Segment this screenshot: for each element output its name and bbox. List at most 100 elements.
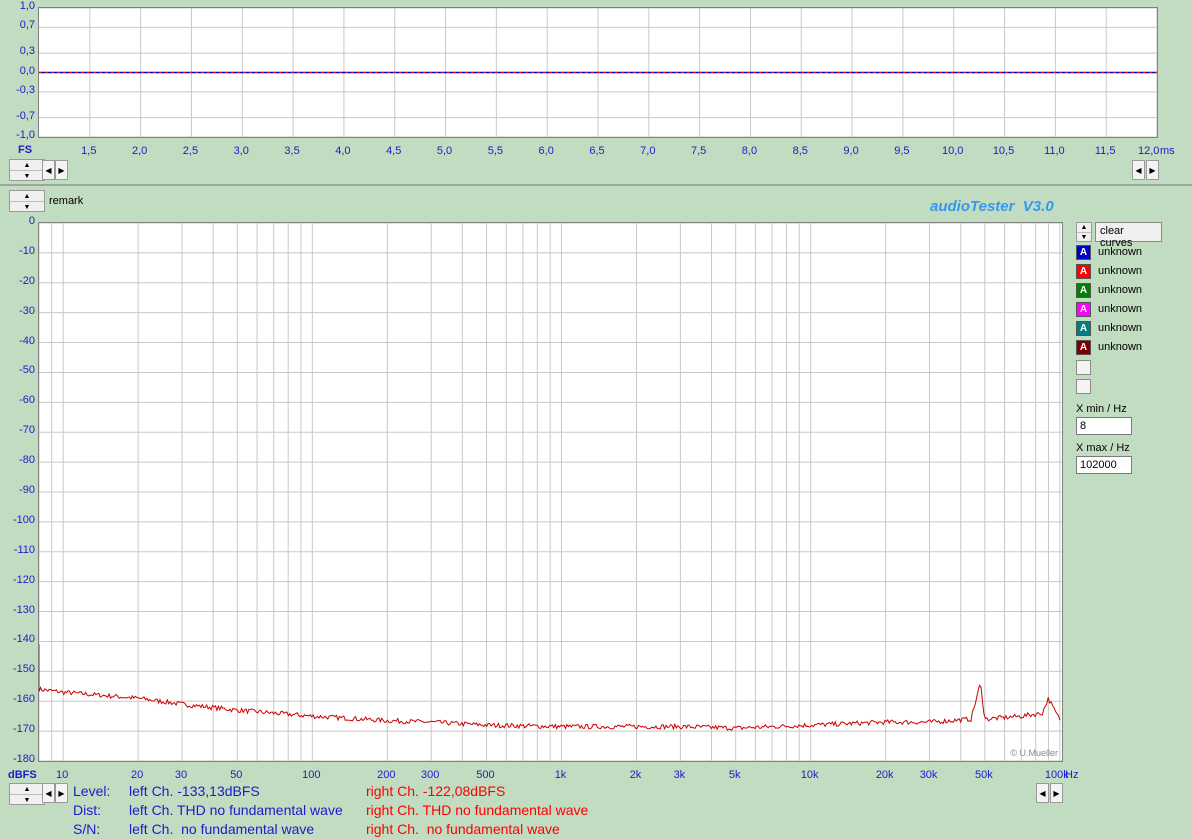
spectrum-y-tick-label: -40	[19, 334, 35, 347]
clear-curves-button[interactable]: clear curves	[1095, 222, 1162, 249]
scope-y-tick-label: 0,3	[19, 45, 35, 58]
spectrum-x-tick-label: 50	[230, 769, 243, 781]
spin-up-icon[interactable]: ▲	[1077, 223, 1091, 233]
spectrum-x-tick-label: 20	[131, 769, 144, 781]
spectrum-y-tick-label: -140	[12, 633, 35, 646]
spectrum-y-tick-label: -110	[13, 543, 35, 556]
copyright-text: © U.Mueller	[1010, 748, 1058, 758]
spectrum-zoom-left-button[interactable]: ◀	[1036, 783, 1049, 803]
spin-down-icon[interactable]: ▼	[1077, 233, 1091, 242]
legend-color-swatch[interactable]: A	[1076, 264, 1091, 279]
scope-x-tick-label: 5,0	[436, 145, 453, 157]
divider[interactable]	[0, 184, 1192, 186]
spin-up-icon[interactable]: ▲	[10, 191, 44, 202]
spectrum-y-tick-label: -100	[12, 513, 35, 526]
spin-up-icon[interactable]: ▲	[10, 160, 44, 171]
dist-right: right Ch. THD no fundamental wave	[366, 802, 589, 818]
scope-scroll-right-button[interactable]: ▶	[55, 160, 68, 180]
spectrum-x-tick-label: 500	[476, 769, 495, 781]
spin-down-icon[interactable]: ▼	[10, 171, 44, 181]
spectrum-scroll-left-button[interactable]: ◀	[42, 783, 55, 803]
legend-color-swatch[interactable]: A	[1076, 302, 1091, 317]
scope-zoom-right-button[interactable]: ▶	[1146, 160, 1159, 180]
sn-label: S/N:	[73, 821, 101, 837]
spectrum-x-tick-label: 30	[174, 769, 188, 781]
scope-x-tick-label: 10,5	[992, 145, 1015, 157]
spectrum-scroll-right-button[interactable]: ▶	[55, 783, 68, 803]
legend-label: unknown	[1098, 341, 1143, 353]
scope-x-tick-label: 2,0	[131, 145, 148, 157]
scope-grid	[39, 8, 1157, 137]
scope-plot	[38, 7, 1158, 138]
spectrum-x-unit: Hz	[1065, 769, 1079, 781]
scope-x-tick-label: 2,5	[182, 145, 199, 157]
spectrum-y-tick-label: -130	[12, 603, 35, 616]
x-max-input[interactable]: 102000	[1076, 456, 1132, 474]
spin-down-icon[interactable]: ▼	[10, 795, 44, 805]
scope-x-tick-label: 12,0	[1138, 145, 1160, 157]
scope-x-tick-label: 3,0	[233, 145, 249, 157]
sn-right: right Ch. no fundamental wave	[366, 821, 560, 837]
spectrum-y-tick-label: -80	[19, 454, 35, 467]
spectrum-y-tick-label: -160	[12, 693, 35, 706]
scope-x-tick-label: 9,5	[894, 145, 910, 157]
scope-x-tick-label: 4,5	[386, 145, 402, 157]
spectrum-y-tick-label: -20	[19, 274, 35, 287]
x-max-label: X max / Hz	[1076, 442, 1130, 454]
spectrum-y-tick-label: -180	[12, 753, 35, 765]
dist-label: Dist:	[73, 802, 101, 818]
scope-scroll-left-button[interactable]: ◀	[42, 160, 55, 180]
level-label: Level:	[73, 783, 111, 799]
spectrum-y-tick-label: -70	[19, 424, 35, 437]
scope-x-tick-label: 4,0	[335, 145, 351, 157]
level-right: right Ch. -122,08dBFS	[366, 783, 506, 799]
scope-x-tick-label: 11,5	[1094, 145, 1116, 157]
remark-spinner[interactable]: ▲ ▼	[9, 190, 45, 212]
scope-x-tick-label: 5,5	[487, 145, 503, 157]
legend-color-swatch[interactable]: A	[1076, 321, 1091, 336]
legend-color-swatch[interactable]: A	[1076, 245, 1091, 260]
spectrum-x-tick-label: 50k	[974, 769, 993, 781]
spectrum-vertical-spinner[interactable]: ▲ ▼	[9, 783, 45, 805]
app-title: audioTester V3.0	[930, 198, 1054, 215]
scope-x-tick-label: 8,5	[792, 145, 808, 157]
spectrum-x-tick-label: 100	[302, 769, 321, 781]
scope-x-tick-label: 10,0	[942, 145, 964, 157]
spectrum-y-tick-label: -30	[19, 304, 35, 317]
legend-label: unknown	[1098, 303, 1143, 315]
spectrum-y-tick-label: -60	[19, 394, 35, 407]
spectrum-y-unit: dBFS	[8, 769, 37, 781]
legend-color-swatch[interactable]: A	[1076, 340, 1091, 355]
scope-x-tick-label: 8,0	[741, 145, 758, 157]
spectrum-zoom-right-button[interactable]: ▶	[1050, 783, 1063, 803]
spectrum-x-tick-label: 10k	[800, 769, 819, 781]
scope-x-tick-label: 6,5	[589, 145, 605, 157]
scope-zoom-left-button[interactable]: ◀	[1132, 160, 1145, 180]
extra-checkbox-2[interactable]	[1076, 379, 1091, 394]
x-min-input[interactable]: 8	[1076, 417, 1132, 435]
x-min-label: X min / Hz	[1076, 403, 1127, 415]
spectrum-x-tick-label: 20k	[875, 769, 894, 781]
legend-label: unknown	[1098, 284, 1143, 296]
spectrum-y-tick-label: -150	[12, 663, 35, 676]
scope-y-tick-label: -0,7	[16, 109, 35, 122]
spectrum-x-tick-label: 2k	[629, 769, 642, 781]
spectrum-y-tick-label: -90	[19, 484, 35, 496]
scope-y-tick-label: -1,0	[16, 129, 35, 141]
spectrum-plot: © U.Mueller	[38, 222, 1063, 762]
spin-down-icon[interactable]: ▼	[10, 202, 44, 212]
scope-x-tick-label: 7,0	[640, 145, 656, 157]
scope-y-tick-label: 0,7	[19, 19, 35, 32]
extra-checkbox-1[interactable]	[1076, 360, 1091, 375]
scope-x-tick-label: 6,0	[538, 145, 554, 157]
scope-y-tick-label: 1,0	[19, 0, 35, 12]
spin-up-icon[interactable]: ▲	[10, 784, 44, 795]
legend-color-swatch[interactable]: A	[1076, 283, 1091, 298]
spectrum-x-tick-label: 3k	[673, 769, 686, 781]
spectrum-x-tick-label: 5k	[728, 769, 741, 781]
spectrum-x-tick-label: 200	[377, 769, 396, 781]
dist-left: left Ch. THD no fundamental wave	[129, 802, 343, 818]
legend-spinner[interactable]: ▲ ▼	[1076, 222, 1092, 242]
remark-label: remark	[49, 195, 84, 207]
scope-vertical-spinner[interactable]: ▲ ▼	[9, 159, 45, 181]
